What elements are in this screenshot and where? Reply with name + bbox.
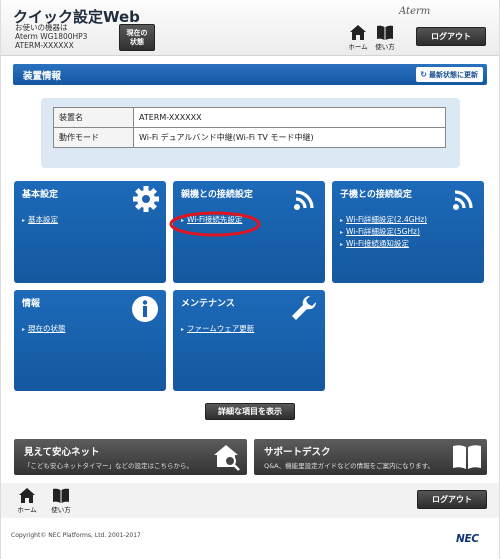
link-current-status[interactable]: 現在の状態 [22,323,66,335]
tile-title: 子機との接続設定 [340,190,412,200]
usage-nav[interactable]: 使い方 [48,488,74,514]
refresh-button[interactable]: ↻ 最新状態に更新 [416,67,483,82]
status-btn-line: 状態 [130,38,144,46]
link-wifi-detail-5ghz[interactable]: Wi-Fi詳細設定(5GHz) [340,226,427,238]
tile-child-connection: 子機との接続設定 Wi-Fi詳細設定(2.4GHz) Wi-Fi詳細設定(5GH… [332,181,484,283]
table-row: 動作モード Wi-Fi デュアルバンド中継(Wi-Fi TV モード中継) [53,127,446,148]
gear-icon [133,186,159,212]
logout-button[interactable]: ログアウト [416,27,486,46]
table-key: 動作モード [53,127,134,148]
footer-nav: ホーム 使い方 ログアウト [1,483,499,518]
home-label: ホーム [348,43,368,51]
usage-nav[interactable]: 使い方 [372,25,398,51]
mimamori-banner[interactable]: 見えて安心ネット 「こども安心ネットタイマー」などの設定はこちらから。 [14,439,247,475]
wrench-icon [292,295,317,320]
tile-links: Wi-Fi詳細設定(2.4GHz) Wi-Fi詳細設定(5GHz) Wi-Fi接… [340,214,427,250]
page: クイック設定Web お使いの機器は Aterm WG1800HP3 ATERM-… [0,0,500,559]
tile-title: 情報 [22,299,41,309]
book-icon [377,25,393,40]
device-line: お使いの機器は [15,23,68,32]
logout-button[interactable]: ログアウト [417,490,487,509]
tile-maintenance: メンテナンス ファームウェア更新 [173,290,325,391]
table-value: ATERM-XXXXXX [133,107,446,128]
nec-logo: NEC [456,533,479,545]
home-icon [19,488,35,503]
banner-text: Q&A、機能里設定ガイドなどの情報をご案内になります。 [264,462,434,470]
book-icon [453,445,481,469]
banner-title: サポートデスク [264,447,331,458]
device-info-table: 装置名 ATERM-XXXXXX 動作モード Wi-Fi デュアルバンド中継(W… [53,107,446,148]
tile-title: 基本設定 [22,190,59,200]
device-info-header: 装置情報 ↻ 最新状態に更新 [13,64,487,85]
tile-title: メンテナンス [181,299,235,309]
status-btn-line: 現在の [126,29,148,37]
banner-text: 「こども安心ネットタイマー」などの設定はこちらから。 [24,462,193,470]
refresh-icon: ↻ [420,70,427,79]
header: クイック設定Web お使いの機器は Aterm WG1800HP3 ATERM-… [1,0,499,56]
table-key: 装置名 [53,107,134,128]
aterm-logo: Aterm [399,6,431,17]
tile-links: 現在の状態 [22,323,66,335]
device-model: Aterm WG1800HP3 [15,32,88,41]
tile-information: 情報 現在の状態 [14,290,166,391]
home-nav[interactable]: ホーム [345,25,371,51]
support-desk-banner[interactable]: サポートデスク Q&A、機能里設定ガイドなどの情報をご案内になります。 [254,439,487,475]
tile-links: ファームウェア更新 [181,323,254,335]
device-info-title: 装置情報 [23,71,62,82]
usage-label: 使い方 [375,43,395,51]
book-icon [53,488,69,503]
device-info-panel: 装置名 ATERM-XXXXXX 動作モード Wi-Fi デュアルバンド中継(W… [41,98,460,168]
wifi-icon [294,190,314,210]
link-firmware-update[interactable]: ファームウェア更新 [181,323,254,335]
home-label: ホーム [17,506,37,514]
device-name: ATERM-XXXXXX [15,41,74,50]
banner-title: 見えて安心ネット [24,447,100,458]
home-nav[interactable]: ホーム [14,488,40,514]
link-wifi-connection-notify[interactable]: Wi-Fi接続通知設定 [340,238,427,250]
device-info-text: お使いの機器は Aterm WG1800HP3 ATERM-XXXXXX [15,23,87,50]
wifi-icon [453,190,473,210]
house-search-icon [214,445,240,471]
link-wifi-detail-24ghz[interactable]: Wi-Fi詳細設定(2.4GHz) [340,214,427,226]
current-status-button[interactable]: 現在の 状態 [119,24,155,51]
copyright: Copyright© NEC Platforms, Ltd. 2001-2017 [11,532,141,539]
tile-title: 親機との接続設定 [181,190,253,200]
home-icon [350,25,366,40]
table-row: 装置名 ATERM-XXXXXX [53,107,446,128]
refresh-label: 最新状態に更新 [429,71,478,79]
usage-label: 使い方 [51,506,71,514]
info-icon [132,296,158,322]
show-detail-items-button[interactable]: 詳細な項目を表示 [205,403,295,420]
table-value: Wi-Fi デュアルバンド中継(Wi-Fi TV モード中継) [133,127,446,148]
